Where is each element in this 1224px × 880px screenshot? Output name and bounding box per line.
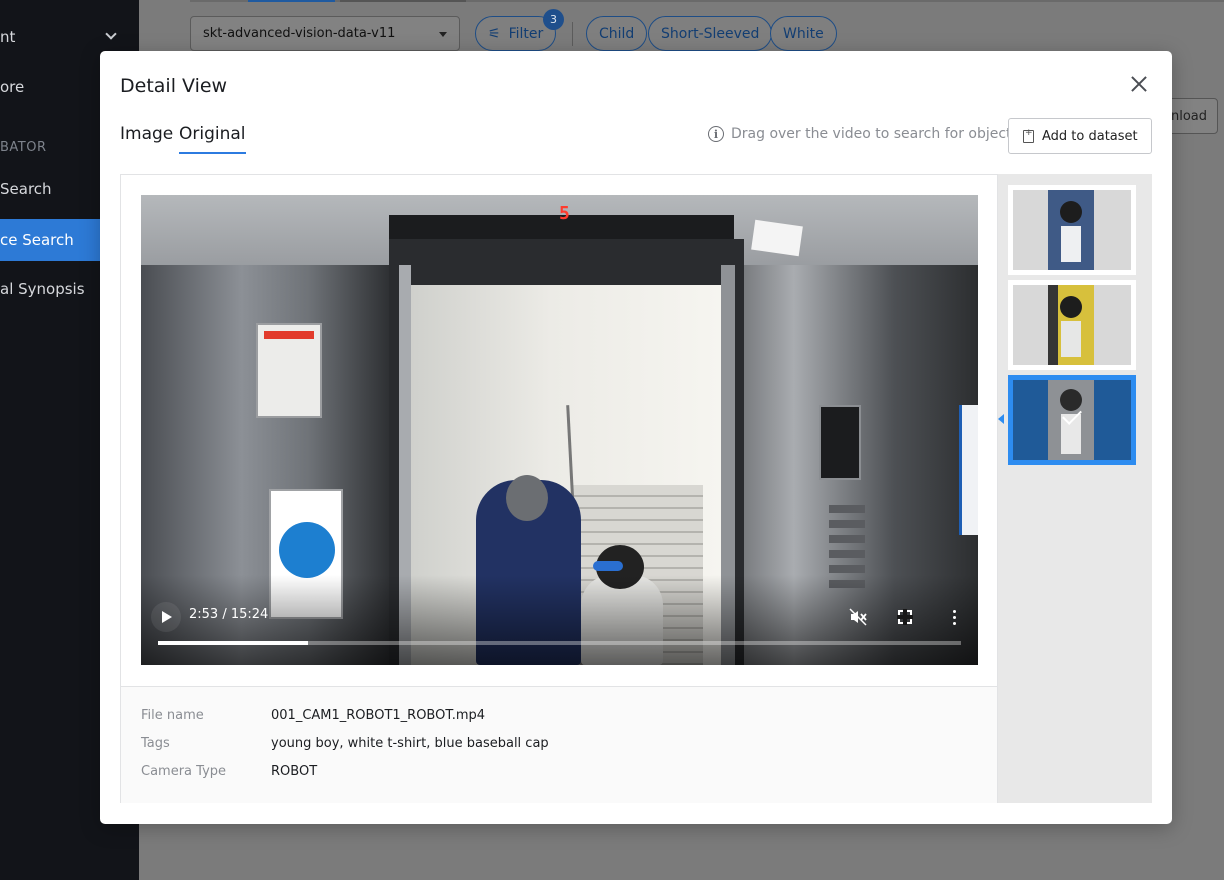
meta-label: File name — [141, 708, 204, 723]
mute-icon-glyph — [849, 608, 867, 626]
add-document-icon — [1023, 128, 1034, 143]
thumbnail-list — [998, 174, 1152, 803]
dataset-select[interactable]: skt-advanced-vision-data-v11 — [190, 16, 460, 51]
scene-wall-sticker — [959, 405, 978, 535]
meta-row-camera-type: Camera Type ROBOT — [141, 764, 317, 779]
sidebar-item-label: ore — [0, 78, 25, 96]
detail-view-modal: Detail View Image Original i Drag over t… — [100, 51, 1172, 824]
sidebar-item-label: Search — [0, 180, 52, 198]
scene-poster-emblem — [279, 522, 335, 578]
modal-title: Detail View — [120, 75, 228, 97]
tab-original[interactable]: Original — [179, 124, 246, 154]
meta-value: young boy, white t-shirt, blue baseball … — [271, 736, 549, 751]
add-to-dataset-label: Add to dataset — [1042, 128, 1138, 144]
scene-control-display — [819, 405, 861, 480]
thumbnail-item-selected[interactable] — [1008, 375, 1136, 465]
meta-label: Camera Type — [141, 764, 227, 779]
meta-row-tags: Tags young boy, white t-shirt, blue baseb… — [141, 736, 549, 751]
video-time: 2:53 / 15:24 — [189, 607, 269, 622]
thumbnail-item[interactable] — [1008, 185, 1136, 275]
top-tab-indicator — [190, 0, 1224, 2]
mute-icon[interactable] — [845, 604, 871, 630]
selection-pointer-icon — [998, 414, 1004, 424]
filter-count-badge: 3 — [543, 9, 564, 30]
sidebar-section-label: BATOR — [0, 140, 47, 155]
chip-short-sleeved[interactable]: Short-Sleeved — [648, 16, 773, 51]
video-progress-fill — [158, 641, 308, 645]
active-tab-underline — [248, 0, 335, 2]
video-progress-bar[interactable] — [158, 641, 961, 645]
file-metadata: File name 001_CAM1_ROBOT1_ROBOT.mp4 Tags y… — [121, 686, 997, 803]
fullscreen-glyph — [897, 609, 913, 625]
filter-label: Filter — [508, 25, 544, 42]
fullscreen-icon[interactable] — [892, 604, 918, 630]
thumbnail-image — [1013, 190, 1131, 270]
person-thumbnail — [1048, 190, 1094, 270]
scene-person-woman-head — [506, 475, 548, 521]
scene-blue-cap — [593, 561, 623, 571]
toolbar-divider — [572, 22, 573, 46]
floor-indicator: 5 — [559, 203, 570, 224]
chevron-down-icon — [105, 28, 117, 40]
tab-image[interactable]: Image — [120, 124, 173, 152]
more-options-icon[interactable] — [941, 604, 967, 630]
thumbnail-image — [1013, 285, 1131, 365]
video-player[interactable]: 5 2:53 / 15:24 — [141, 195, 978, 665]
thumbnail-item[interactable] — [1008, 280, 1136, 370]
meta-value: ROBOT — [271, 764, 318, 779]
drag-hint: i Drag over the video to search for obje… — [708, 126, 1023, 142]
video-frame[interactable]: 5 — [141, 195, 978, 665]
add-to-dataset-button[interactable]: Add to dataset — [1008, 118, 1152, 154]
content-panel: 5 2:53 / 15:24 File name 001_CAM1_ROBOT1… — [120, 174, 998, 803]
meta-row-file-name: File name 001_CAM1_ROBOT1_ROBOT.mp4 — [141, 708, 485, 723]
sidebar-item-label: nt — [0, 28, 16, 46]
sidebar-item-label: al Synopsis — [0, 280, 85, 298]
kebab-glyph — [952, 609, 956, 625]
chip-child[interactable]: Child — [586, 16, 648, 51]
scene-wall-tag — [751, 219, 803, 257]
close-icon[interactable] — [1128, 73, 1150, 95]
tab-underline — [340, 0, 466, 2]
sidebar-item-label: ce Search — [0, 231, 74, 249]
play-button[interactable] — [151, 602, 181, 632]
thumbnail-image — [1013, 380, 1131, 460]
meta-label: Tags — [141, 736, 170, 751]
chip-white[interactable]: White — [770, 16, 837, 51]
person-thumbnail — [1048, 285, 1094, 365]
info-icon: i — [708, 126, 724, 142]
scene-notice-sign — [256, 323, 322, 418]
filter-icon: ⚟ — [488, 25, 501, 42]
meta-value: 001_CAM1_ROBOT1_ROBOT.mp4 — [271, 708, 486, 723]
drag-hint-text: Drag over the video to search for object… — [731, 126, 1024, 142]
sidebar-item-face-search[interactable]: ce Search — [0, 219, 100, 261]
